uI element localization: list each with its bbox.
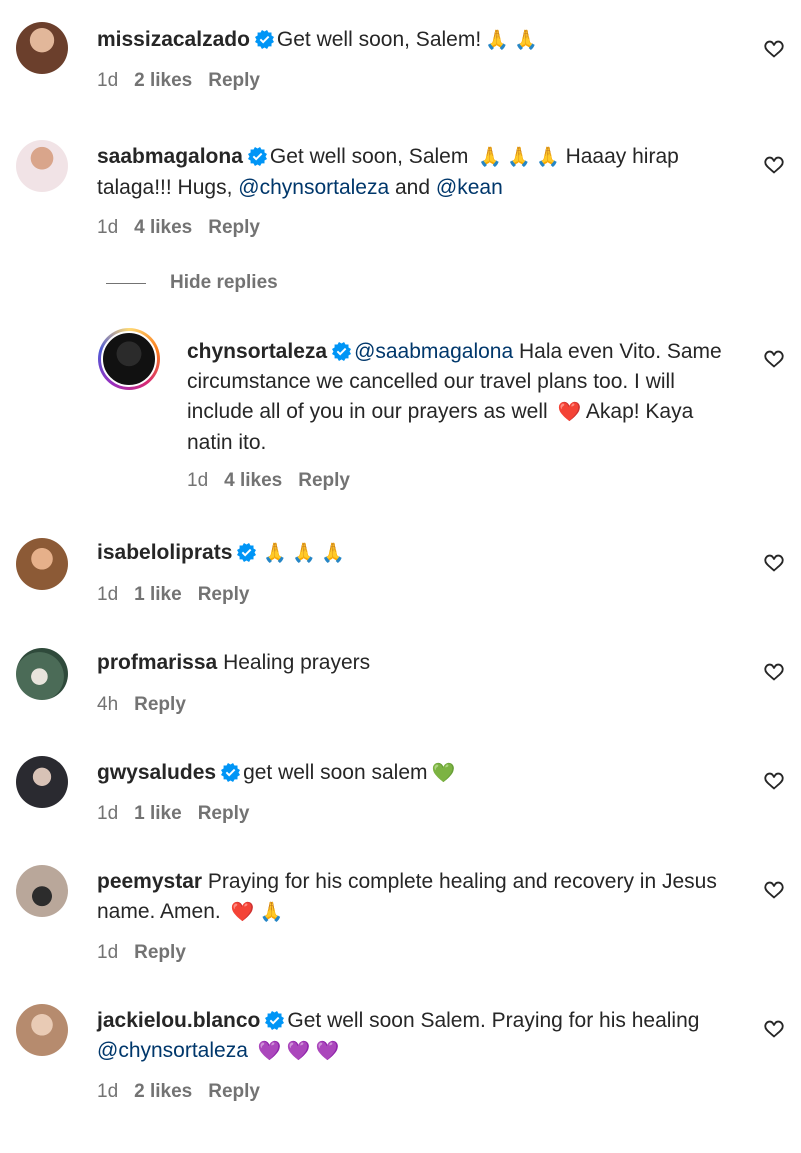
username[interactable]: saabmagalona xyxy=(97,145,243,168)
comment-body: saabmagalona Get well soon, Salem 🙏 🙏 🙏 H… xyxy=(97,142,741,203)
like-heart-icon[interactable] xyxy=(763,661,785,683)
verified-icon xyxy=(237,543,256,562)
comment-text: Get well soon, Salem xyxy=(269,145,469,168)
avatar[interactable] xyxy=(16,865,68,917)
divider-line xyxy=(106,282,146,284)
verified-icon xyxy=(332,342,351,361)
avatar-with-story-ring[interactable] xyxy=(98,328,160,390)
timestamp[interactable]: 1d xyxy=(97,70,118,91)
comment-meta: 1d Reply xyxy=(97,941,202,965)
avatar[interactable] xyxy=(16,140,68,192)
like-heart-icon[interactable] xyxy=(763,879,785,901)
like-heart-icon[interactable] xyxy=(763,348,785,370)
likes-count[interactable]: 1 like xyxy=(134,803,182,824)
heart-pray-emoji-icon: ❤️ 🙏 xyxy=(230,902,284,923)
conjunction-text: and xyxy=(395,176,431,199)
comment-meta: 4h Reply xyxy=(97,693,202,717)
purple-heart-emoji-icon: 💜 💜 💜 xyxy=(257,1041,340,1062)
pray-emoji-icon: 🙏 🙏 🙏 xyxy=(263,543,345,564)
timestamp[interactable]: 1d xyxy=(97,217,118,238)
likes-count[interactable]: 2 likes xyxy=(134,1081,192,1102)
comment-body: profmarissa Healing prayers xyxy=(97,648,741,678)
red-heart-emoji-icon: ❤️ xyxy=(557,402,582,423)
avatar[interactable] xyxy=(16,1004,68,1056)
mention-link[interactable]: @saabmagalona xyxy=(354,340,513,363)
username[interactable]: isabeloliprats xyxy=(97,541,232,564)
likes-count[interactable]: 2 likes xyxy=(134,70,192,91)
comment-meta: 1d 2 likes Reply xyxy=(97,1080,276,1104)
likes-count[interactable]: 4 likes xyxy=(134,217,192,238)
comment-meta: 1d 2 likes Reply xyxy=(97,69,276,93)
reply-button[interactable]: Reply xyxy=(208,1081,260,1102)
username[interactable]: chynsortaleza xyxy=(187,340,327,363)
mention-link[interactable]: @chynsortaleza xyxy=(97,1039,248,1062)
username[interactable]: jackielou.blanco xyxy=(97,1009,260,1032)
mention-link[interactable]: @kean xyxy=(436,176,503,199)
avatar[interactable] xyxy=(16,538,68,590)
comment-text: Get well soon, Salem! xyxy=(276,28,482,51)
reply-button[interactable]: Reply xyxy=(198,803,250,824)
like-heart-icon[interactable] xyxy=(763,770,785,792)
timestamp[interactable]: 1d xyxy=(187,470,208,491)
username[interactable]: missizacalzado xyxy=(97,28,250,51)
reply-button[interactable]: Reply xyxy=(198,584,250,605)
likes-count[interactable]: 4 likes xyxy=(224,470,282,491)
likes-count[interactable]: 1 like xyxy=(134,584,182,605)
reply-button[interactable]: Reply xyxy=(134,694,186,715)
comment-body: peemystar Praying for his complete heali… xyxy=(97,867,741,928)
comment-text: Get well soon Salem. Praying for his hea… xyxy=(287,1009,700,1032)
verified-icon xyxy=(248,147,267,166)
like-heart-icon[interactable] xyxy=(763,1018,785,1040)
comment-text: Healing prayers xyxy=(223,651,371,674)
comment-meta: 1d 4 likes Reply xyxy=(187,469,366,493)
reply-button[interactable]: Reply xyxy=(298,470,350,491)
username[interactable]: gwysaludes xyxy=(97,761,216,784)
verified-icon xyxy=(265,1011,284,1030)
comment-body: gwysaludes get well soon salem 💚 xyxy=(97,758,741,789)
avatar[interactable] xyxy=(16,648,68,700)
mention-link[interactable]: @chynsortaleza xyxy=(238,176,389,199)
like-heart-icon[interactable] xyxy=(763,552,785,574)
comment-meta: 1d 4 likes Reply xyxy=(97,216,276,240)
reply-button[interactable]: Reply xyxy=(208,70,260,91)
comment-text: get well soon salem xyxy=(243,761,428,784)
username[interactable]: profmarissa xyxy=(97,651,217,674)
comment-body: jackielou.blanco Get well soon Salem. Pra… xyxy=(97,1006,741,1067)
timestamp[interactable]: 1d xyxy=(97,803,118,824)
green-heart-emoji-icon: 💚 xyxy=(431,763,456,784)
comment-meta: 1d 1 like Reply xyxy=(97,583,265,607)
pray-emoji-icon: 🙏 🙏 xyxy=(485,30,538,51)
timestamp[interactable]: 4h xyxy=(97,694,118,715)
comment-body: missizacalzado Get well soon, Salem! 🙏 🙏 xyxy=(97,25,741,56)
verified-icon xyxy=(221,763,240,782)
pray-emoji-icon: 🙏 🙏 🙏 xyxy=(478,147,560,168)
like-heart-icon[interactable] xyxy=(763,38,785,60)
verified-icon xyxy=(255,30,274,49)
avatar-image xyxy=(101,331,157,387)
username[interactable]: peemystar xyxy=(97,870,202,893)
avatar[interactable] xyxy=(16,756,68,808)
avatar[interactable] xyxy=(16,22,68,74)
timestamp[interactable]: 1d xyxy=(97,584,118,605)
reply-button[interactable]: Reply xyxy=(208,217,260,238)
hide-replies-button[interactable]: Hide replies xyxy=(106,272,278,294)
reply-button[interactable]: Reply xyxy=(134,942,186,963)
comment-body: chynsortaleza @saabmagalona Hala even Vit… xyxy=(187,337,741,458)
timestamp[interactable]: 1d xyxy=(97,1081,118,1102)
timestamp[interactable]: 1d xyxy=(97,942,118,963)
comment-body: isabeloliprats 🙏 🙏 🙏 xyxy=(97,538,741,569)
comment-meta: 1d 1 like Reply xyxy=(97,802,265,826)
like-heart-icon[interactable] xyxy=(763,154,785,176)
hide-replies-label[interactable]: Hide replies xyxy=(170,272,278,294)
